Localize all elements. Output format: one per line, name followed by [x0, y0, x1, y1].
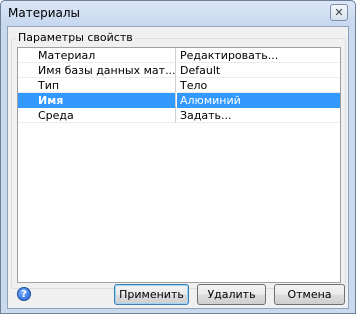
- property-value[interactable]: Редактировать...: [177, 48, 340, 63]
- property-name: Среда: [18, 108, 176, 123]
- apply-button[interactable]: Применить: [114, 284, 189, 305]
- delete-button[interactable]: Удалить: [197, 284, 266, 305]
- property-name: Имя: [18, 93, 176, 108]
- window-title: Материалы: [8, 6, 80, 20]
- dialog-client-area: Параметры свойств Материал Редактировать…: [7, 26, 349, 309]
- materials-dialog: Материалы ✕ Параметры свойств Материал Р…: [0, 0, 356, 314]
- property-value[interactable]: Тело: [177, 78, 340, 93]
- help-icon[interactable]: ?: [17, 287, 31, 301]
- property-name: Имя базы данных мат...: [18, 63, 176, 78]
- property-value[interactable]: Алюминий: [177, 93, 340, 108]
- property-row-environment[interactable]: Среда Задать...: [18, 108, 340, 123]
- property-name: Материал: [18, 48, 176, 63]
- property-row-material[interactable]: Материал Редактировать...: [18, 48, 340, 63]
- title-bar: Материалы ✕: [1, 1, 355, 26]
- property-value[interactable]: Задать...: [177, 108, 340, 123]
- close-button[interactable]: ✕: [330, 4, 348, 21]
- property-row-name[interactable]: Имя Алюминий: [18, 93, 340, 108]
- property-value[interactable]: Default: [177, 63, 340, 78]
- group-title: Параметры свойств: [16, 31, 135, 44]
- close-icon: ✕: [334, 6, 344, 19]
- property-group: Параметры свойств Материал Редактировать…: [11, 31, 346, 289]
- property-row-database-name[interactable]: Имя базы данных мат... Default: [18, 63, 340, 78]
- property-name: Тип: [18, 78, 176, 93]
- cancel-button[interactable]: Отмена: [274, 284, 345, 305]
- property-grid[interactable]: Материал Редактировать... Имя базы данны…: [17, 47, 341, 283]
- property-row-type[interactable]: Тип Тело: [18, 78, 340, 93]
